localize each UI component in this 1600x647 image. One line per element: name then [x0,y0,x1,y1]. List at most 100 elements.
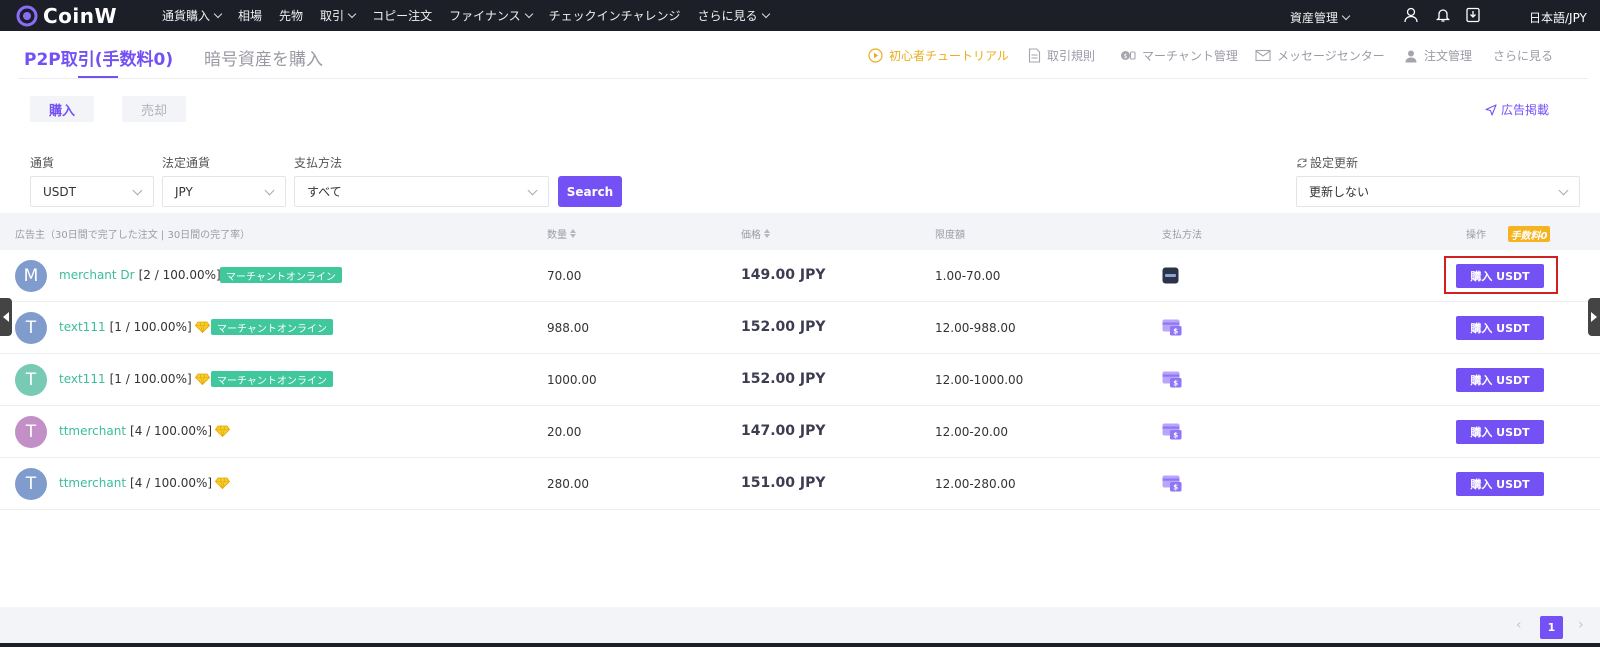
header-price[interactable]: 価格 [741,226,770,241]
nav-item-trade[interactable]: 取引 [320,7,357,24]
avatar[interactable]: M [15,260,47,292]
arrow-right-icon [1591,312,1597,322]
price-value: 152.00 JPY [741,319,826,335]
search-button[interactable]: Search [558,176,622,207]
trade-rules-link[interactable]: 取引規則 [1028,47,1095,64]
buy-toggle-button[interactable]: 購入 [30,96,94,122]
play-circle-icon [868,48,883,63]
user-icon[interactable] [1403,7,1419,23]
chevron-down-icon [761,9,770,19]
merchant-management-link[interactable]: $ マーチャント管理 [1120,47,1238,64]
chevron-down-icon [132,185,143,196]
refresh-icon [1297,157,1307,168]
tab-p2p-trade[interactable]: P2P取引(手数料0) [24,45,173,70]
send-icon [1485,103,1497,116]
document-icon [1028,48,1041,63]
next-page-button[interactable]: › [1578,617,1584,633]
title-bar: P2P取引(手数料0) 暗号資産を購入 初心者チュートリアル 取引規則 $ マー… [0,31,1600,80]
merchant-name-link[interactable]: ttmerchant [59,476,126,490]
nav-item-market[interactable]: 相場 [238,7,262,24]
nav-item-checkin[interactable]: チェックインチャレンジ [549,7,681,24]
scroll-left-arrow[interactable] [0,298,12,336]
limit-value: 12.00-988.00 [935,321,1016,335]
merchant-name-link[interactable]: text111 [59,372,106,386]
merchant-online-badge: マーチャントオンライン [211,371,333,387]
diamond-icon [194,321,210,333]
header-quantity[interactable]: 数量 [547,226,576,241]
table-row: Ttext111 [1 / 100.00%] マーチャントオンライン 1000.00 1… [0,354,1600,406]
logo[interactable]: CoinW [16,4,134,28]
ad-table: 広告主（30日間で完了した注文 | 30日間の完了率） 数量 価格 限度額 支払… [0,213,1600,607]
buy-usdt-button[interactable]: 購入 USDT [1456,316,1544,340]
diamond-icon [215,477,231,489]
highlight-box [1444,256,1558,294]
merchant-info: text111 [1 / 100.00%] [59,320,210,334]
refresh-setting-label: 設定更新 [1296,154,1358,171]
refresh-select[interactable]: 更新しない [1296,176,1580,207]
sort-icon [764,229,770,238]
nav-item-futures[interactable]: 先物 [279,7,303,24]
merchant-name-link[interactable]: merchant Dr [59,268,135,282]
tutorial-link[interactable]: 初心者チュートリアル [868,47,1009,64]
merchant-info: ttmerchant [4 / 100.00%] [59,424,231,438]
nav-item-copy-trade[interactable]: コピー注文 [372,7,432,24]
post-ad-link[interactable]: 広告掲載 [1485,101,1549,118]
chevron-down-icon [527,185,538,196]
currency-select[interactable]: USDT [30,176,154,207]
tab-buy-crypto[interactable]: 暗号資産を購入 [204,45,323,70]
message-center-link[interactable]: メッセージセンター [1255,47,1385,64]
download-icon[interactable] [1465,7,1481,23]
language-switcher[interactable]: 日本語/JPY [1529,9,1587,26]
merchant-stats: [1 / 100.00%] [109,320,192,334]
nav-item-finance[interactable]: ファイナンス [449,7,533,24]
arrow-left-icon [3,312,9,322]
payment-select[interactable]: すべて [294,176,549,207]
header-action: 操作 [1466,230,1486,241]
avatar[interactable]: T [15,312,47,344]
limit-value: 12.00-1000.00 [935,373,1024,387]
buy-usdt-button[interactable]: 購入 USDT [1456,420,1544,444]
merchant-online-badge: マーチャントオンライン [211,319,333,335]
page-button-current[interactable]: 1 [1540,616,1563,639]
merchant-name-link[interactable]: text111 [59,320,106,334]
currency-label: 通貨 [30,156,55,170]
avatar[interactable]: T [15,364,47,396]
payment-label: 支払方法 [294,156,343,170]
price-value: 147.00 JPY [741,423,826,439]
more-link[interactable]: さらに見る [1493,47,1553,64]
nav-menu: 通貨購入 相場 先物 取引 コピー注文 ファイナンス チェックインチャレンジ さ… [162,7,786,24]
order-management-link[interactable]: 注文管理 [1404,47,1472,64]
logo-text: CoinW [43,3,118,28]
nav-item-buy-crypto[interactable]: 通貨購入 [162,7,223,24]
avatar[interactable]: T [15,468,47,500]
sell-toggle-button[interactable]: 売却 [122,96,186,122]
avatar[interactable]: T [15,416,47,448]
buy-usdt-button[interactable]: 購入 USDT [1456,368,1544,392]
scroll-right-arrow[interactable] [1588,298,1600,336]
nav-item-assets[interactable]: 資産管理 [1290,9,1351,26]
chevron-down-icon [1558,185,1569,196]
sort-icon [570,229,576,238]
svg-text:$: $ [1173,380,1178,388]
buy-usdt-button[interactable]: 購入 USDT [1456,472,1544,496]
merchant-stats: [2 / 100.00%] [138,268,221,282]
quantity-value: 988.00 [547,321,589,335]
table-row: Ttext111 [1 / 100.00%] マーチャントオンライン 988.00 15… [0,302,1600,354]
bell-icon[interactable] [1435,7,1451,23]
prev-page-button[interactable]: ‹ [1516,617,1522,633]
nav-item-more[interactable]: さらに見る [698,7,770,24]
price-value: 149.00 JPY [741,267,826,283]
limit-value: 12.00-280.00 [935,477,1016,491]
header-limit: 限度額 [935,230,965,241]
quantity-value: 1000.00 [547,373,597,387]
merchant-name-link[interactable]: ttmerchant [59,424,126,438]
diamond-icon [215,425,231,437]
bank-card-dark-icon [1162,267,1179,284]
fiat-select[interactable]: JPY [162,176,286,207]
merchant-stats: [4 / 100.00%] [130,424,213,438]
svg-text:$: $ [1173,484,1178,492]
chevron-down-icon [213,9,223,19]
chevron-down-icon [524,9,533,19]
quantity-value: 280.00 [547,477,589,491]
table-row: Mmerchant Dr [2 / 100.00%] マーチャントオンライン 70.0… [0,250,1600,302]
